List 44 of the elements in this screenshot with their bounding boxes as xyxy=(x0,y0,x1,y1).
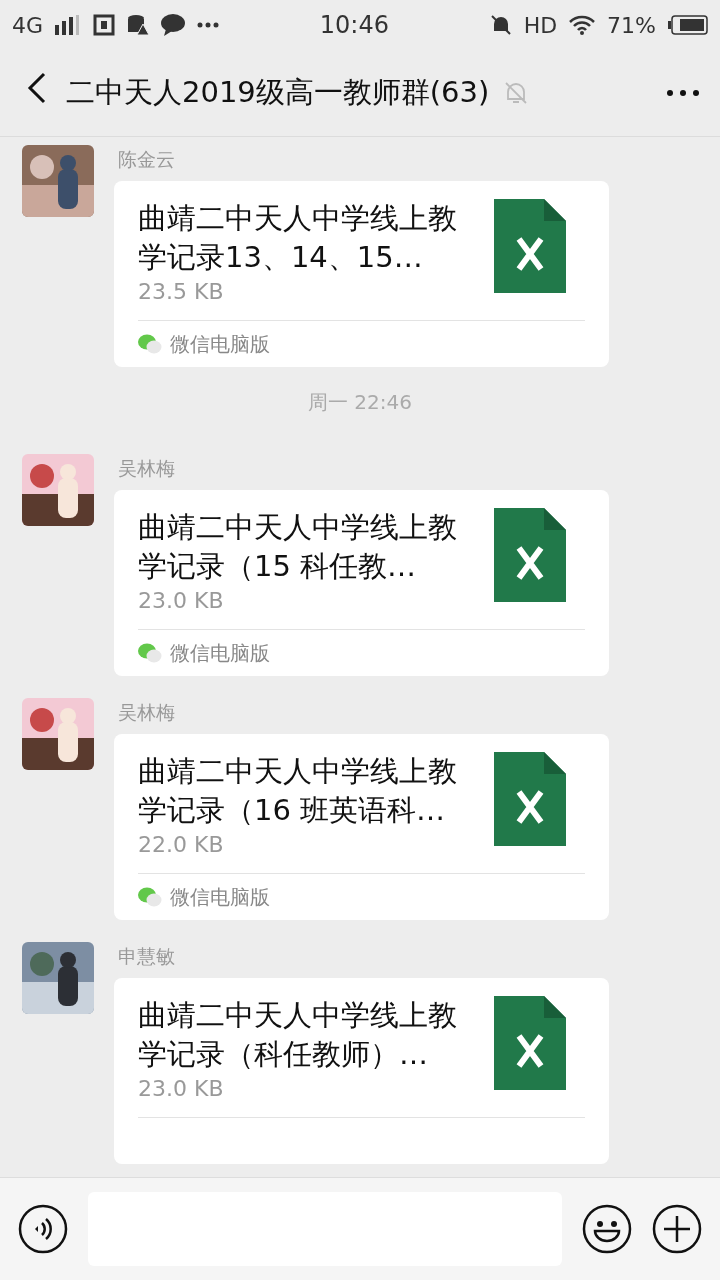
hd-label: HD xyxy=(523,12,558,38)
spreadsheet-file-icon xyxy=(494,508,566,602)
database-warning-icon xyxy=(127,14,150,36)
file-name: 曲靖二中天人中学线上教学记录13、14、15… xyxy=(138,200,458,276)
source-label: 微信电脑版 xyxy=(170,639,270,667)
chat-icon xyxy=(161,14,186,36)
battery-percent: 71% xyxy=(607,12,656,38)
spreadsheet-file-icon xyxy=(494,752,566,846)
source-label: 微信电脑版 xyxy=(170,330,270,358)
chat-bubbles-icon xyxy=(138,643,162,663)
network-type: 4G xyxy=(12,12,44,38)
file-name: 曲靖二中天人中学线上教学记录（16 班英语科… xyxy=(138,753,458,829)
chat-title: 二中天人2019级高一教师群(63) xyxy=(66,74,490,111)
source-label: 微信电脑版 xyxy=(170,883,270,911)
add-button[interactable] xyxy=(652,1204,702,1254)
file-size: 23.0 KB xyxy=(138,588,225,613)
chat-bubbles-icon xyxy=(138,887,162,907)
more-icon xyxy=(666,89,700,97)
timestamp: 周一 22:46 xyxy=(308,389,412,416)
sender-name: 吴林梅 xyxy=(118,456,176,481)
chat-bubbles-icon xyxy=(138,334,162,354)
emoji-button[interactable] xyxy=(582,1204,632,1254)
clock: 10:46 xyxy=(319,11,389,39)
spreadsheet-file-icon xyxy=(494,199,566,293)
muted-bell-icon xyxy=(489,14,512,36)
battery-icon xyxy=(668,15,708,35)
file-message[interactable]: 曲靖二中天人中学线上教学记录13、14、15… 23.5 KB 微信电脑版 xyxy=(114,181,609,367)
file-name: 曲靖二中天人中学线上教学记录（科任教师）… xyxy=(138,997,458,1073)
app-square-icon xyxy=(93,14,116,36)
file-message[interactable]: 曲靖二中天人中学线上教学记录（科任教师）… 23.0 KB xyxy=(114,978,609,1164)
file-size: 23.5 KB xyxy=(138,279,225,304)
file-size: 22.0 KB xyxy=(138,832,225,857)
file-size: 23.0 KB xyxy=(138,1076,225,1101)
file-message[interactable]: 曲靖二中天人中学线上教学记录（15 科任教… 23.0 KB 微信电脑版 xyxy=(114,490,609,676)
sender-name: 申慧敏 xyxy=(118,944,176,969)
file-name: 曲靖二中天人中学线上教学记录（15 科任教… xyxy=(138,509,458,585)
sender-name: 陈金云 xyxy=(118,147,176,172)
wifi-icon xyxy=(569,15,596,35)
spreadsheet-file-icon xyxy=(494,996,566,1090)
file-message[interactable]: 曲靖二中天人中学线上教学记录（16 班英语科… 22.0 KB 微信电脑版 xyxy=(114,734,609,920)
sender-name: 吴林梅 xyxy=(118,700,176,725)
more-icon xyxy=(197,22,220,28)
voice-button[interactable] xyxy=(18,1204,68,1254)
signal-icon xyxy=(55,15,82,35)
